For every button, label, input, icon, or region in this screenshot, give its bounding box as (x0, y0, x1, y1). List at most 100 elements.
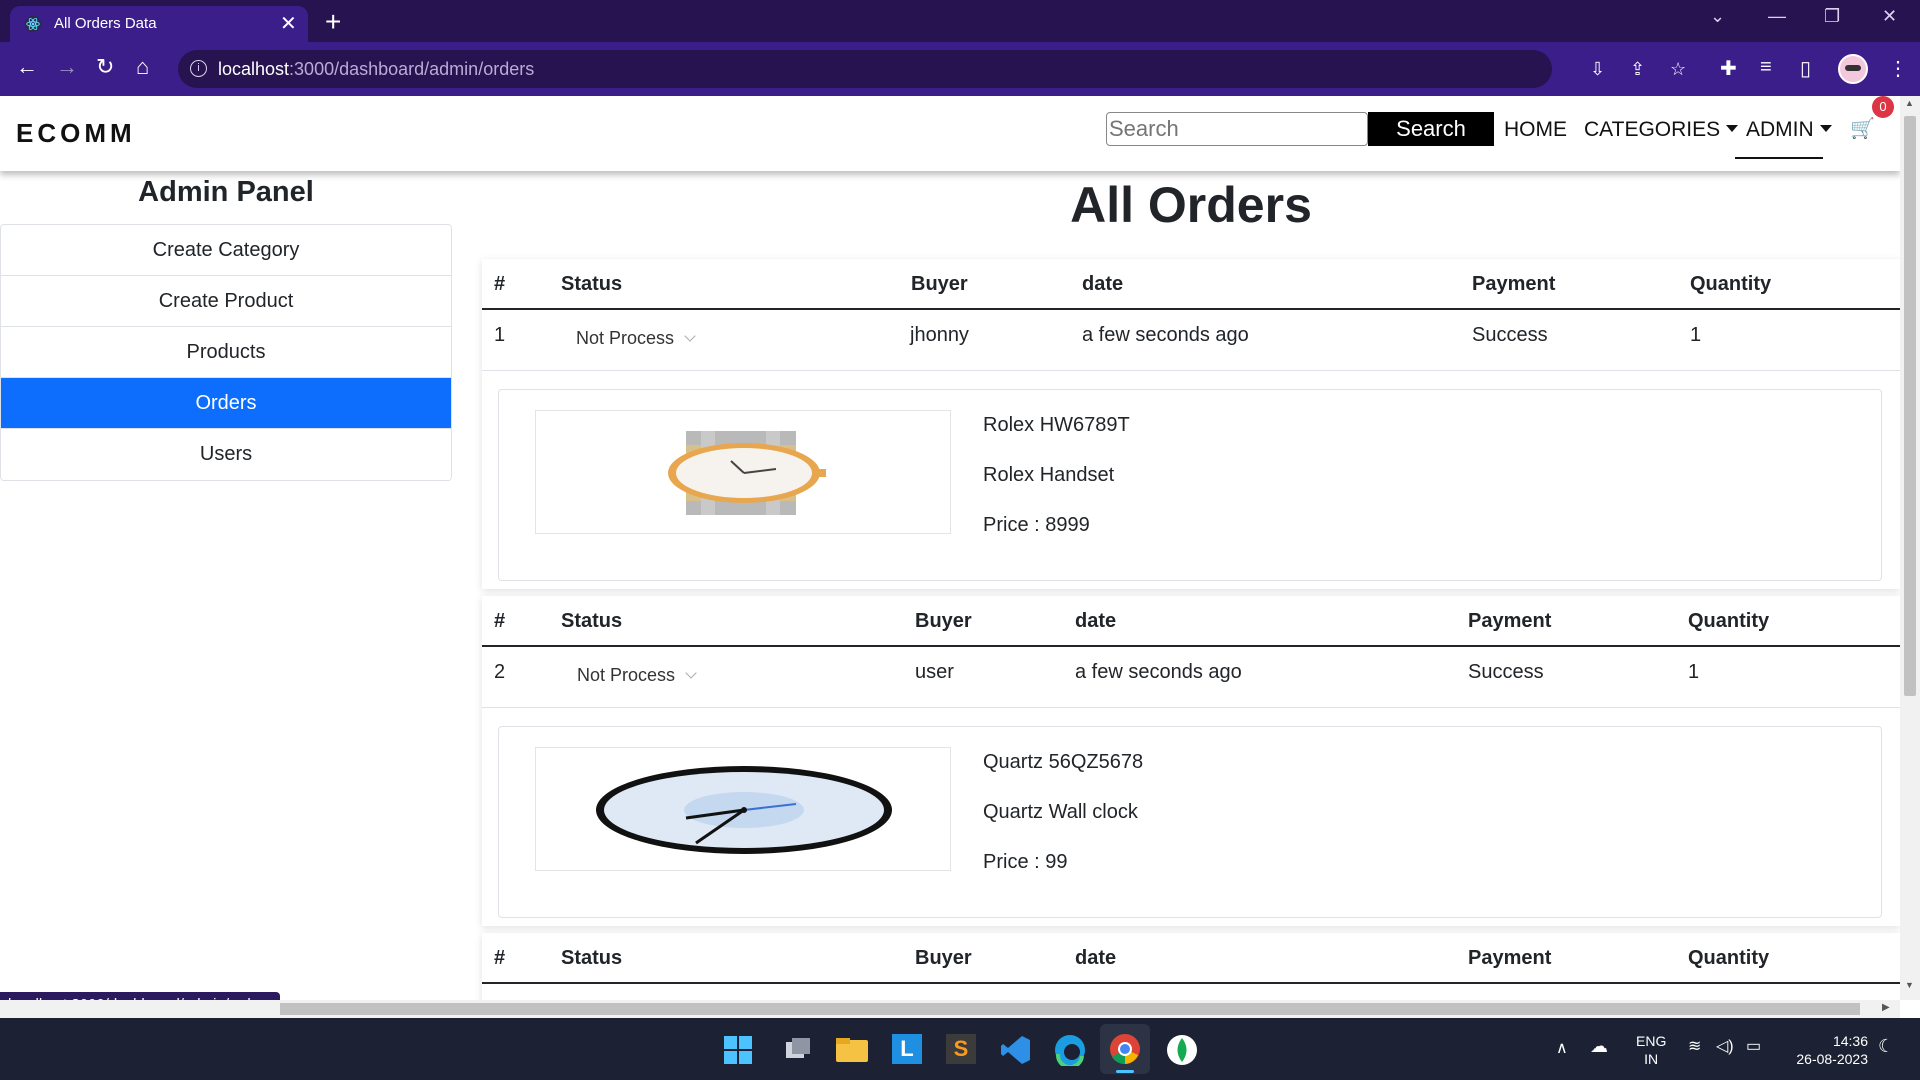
order-card: # Status Buyer date Payment Quantity 1 N… (482, 259, 1900, 589)
page-title: All Orders (1070, 177, 1312, 233)
chrome-taskbar-active[interactable] (1100, 1024, 1150, 1074)
reload-icon[interactable]: ↻ (96, 54, 114, 80)
minimize-icon[interactable]: — (1768, 6, 1786, 27)
sidebar-item-create-category[interactable]: Create Category (1, 225, 451, 276)
close-window-icon[interactable]: ✕ (1882, 6, 1897, 27)
vertical-scrollbar[interactable]: ▲ ▼ (1900, 96, 1920, 1000)
header-quantity: Quantity (1688, 610, 1770, 632)
header-status: Status (561, 273, 623, 295)
media-icon[interactable]: ≡ (1760, 56, 1772, 79)
home-icon[interactable]: ⌂ (136, 54, 149, 80)
admin-sidebar-menu: Create Category Create Product Products … (0, 224, 452, 481)
clock[interactable]: 14:36 26-08-2023 (1782, 1032, 1868, 1068)
task-view-icon[interactable] (784, 1036, 812, 1064)
file-explorer-icon[interactable] (836, 1036, 868, 1064)
header-date: date (1082, 273, 1124, 295)
browser-tab[interactable]: All Orders Data ✕ (10, 6, 308, 42)
sidebar-item-orders[interactable]: Orders (1, 378, 451, 429)
scroll-right-icon[interactable]: ▶ (1882, 1002, 1890, 1013)
order-payment: Success (1468, 661, 1544, 683)
address-bar[interactable]: i localhost:3000/dashboard/admin/orders … (178, 50, 1686, 88)
windows-start-icon[interactable] (724, 1036, 752, 1064)
order-buyer: jhonny (910, 324, 969, 346)
horizontal-scrollbar[interactable]: ▶ (0, 1000, 1900, 1018)
forward-icon[interactable]: → (56, 54, 78, 80)
order-num: 2 (494, 661, 506, 683)
share-icon[interactable]: ⇪ (1630, 59, 1645, 80)
product-name: Quartz 56QZ5678 (983, 751, 1144, 773)
tab-title: All Orders Data (54, 15, 157, 32)
sublime-text-icon[interactable]: S (946, 1034, 976, 1064)
sidebar-item-products[interactable]: Products (1, 327, 451, 378)
product-price: Price : 99 (983, 851, 1068, 873)
bookmark-star-icon[interactable]: ☆ (1670, 59, 1686, 80)
mongodb-compass-icon[interactable] (1166, 1034, 1198, 1066)
scroll-down-icon[interactable]: ▼ (1905, 980, 1914, 990)
order-date: a few seconds ago (1082, 324, 1249, 346)
order-card: # Status Buyer date Payment Quantity (482, 933, 1900, 1000)
product-price: Price : 8999 (983, 514, 1090, 536)
table-row: 1 Not Process jhonny a few seconds ago S… (482, 310, 1900, 371)
chevron-down-icon (684, 330, 696, 342)
order-payment: Success (1472, 324, 1548, 346)
side-panel-icon[interactable]: ▯ (1800, 56, 1811, 81)
active-nav-indicator (1735, 157, 1823, 159)
caret-down-icon (1819, 125, 1832, 132)
header-payment: Payment (1468, 947, 1552, 969)
edge-icon[interactable] (1054, 1034, 1086, 1066)
tab-search-icon[interactable]: ⌄ (1710, 6, 1725, 27)
order-table-header: # Status Buyer date Payment Quantity (482, 596, 1900, 647)
sidebar-item-create-product[interactable]: Create Product (1, 276, 451, 327)
header-num: # (494, 947, 506, 969)
site-info-icon[interactable]: i (190, 60, 207, 77)
profile-avatar[interactable] (1838, 54, 1868, 84)
nav-categories-dropdown[interactable]: CATEGORIES (1584, 118, 1739, 142)
web-page: ECOMM Search HOME CATEGORIES ADMIN 🛒 0 A… (0, 96, 1900, 1000)
header-payment: Payment (1468, 610, 1552, 632)
windows-taskbar: L S ∧ ☁ ENG IN ≋ ◁) ▭ 14:36 26-08-2023 ☾ (0, 1018, 1920, 1080)
chevron-down-icon (685, 667, 697, 679)
header-buyer: Buyer (915, 610, 972, 632)
status-select[interactable]: Not Process (577, 665, 697, 686)
battery-icon[interactable]: ▭ (1746, 1036, 1761, 1056)
show-hidden-icons[interactable]: ∧ (1556, 1038, 1568, 1058)
close-tab-icon[interactable]: ✕ (280, 11, 297, 36)
order-table-header: # Status Buyer date Payment Quantity (482, 933, 1900, 984)
back-icon[interactable]: ← (16, 54, 38, 80)
restore-icon[interactable]: ❐ (1824, 6, 1840, 27)
search-input[interactable] (1106, 112, 1368, 146)
header-quantity: Quantity (1688, 947, 1770, 969)
app-l-icon[interactable]: L (892, 1034, 922, 1064)
wall-clock-image (596, 766, 892, 854)
new-tab-icon[interactable]: + (325, 6, 341, 38)
volume-icon[interactable]: ◁) (1716, 1036, 1734, 1056)
vscode-icon[interactable] (1000, 1034, 1032, 1066)
header-date: date (1075, 610, 1117, 632)
nav-home-link[interactable]: HOME (1504, 118, 1567, 142)
header-payment: Payment (1472, 273, 1556, 295)
product-image (535, 747, 951, 871)
onedrive-cloud-icon[interactable]: ☁ (1590, 1036, 1608, 1057)
header-buyer: Buyer (915, 947, 972, 969)
wifi-icon[interactable]: ≋ (1688, 1036, 1701, 1056)
language-indicator[interactable]: ENG IN (1636, 1032, 1666, 1068)
header-date: date (1075, 947, 1117, 969)
brand-logo[interactable]: ECOMM (16, 118, 136, 149)
scroll-up-icon[interactable]: ▲ (1905, 98, 1914, 108)
status-select[interactable]: Not Process (576, 328, 696, 349)
h-scrollbar-thumb[interactable] (280, 1003, 1860, 1015)
admin-panel-title: Admin Panel (138, 176, 314, 208)
order-buyer: user (915, 661, 954, 683)
nav-admin-dropdown[interactable]: ADMIN (1746, 118, 1832, 142)
product-name: Rolex HW6789T (983, 414, 1130, 436)
notifications-icon[interactable]: ☾ (1878, 1036, 1894, 1057)
product-description: Quartz Wall clock (983, 801, 1138, 823)
install-icon[interactable]: ⇩ (1590, 59, 1605, 80)
cart-icon[interactable]: 🛒 (1850, 116, 1875, 141)
header-num: # (494, 610, 506, 632)
menu-kebab-icon[interactable]: ⋮ (1888, 56, 1908, 81)
extensions-icon[interactable]: ✚ (1720, 56, 1737, 81)
scrollbar-thumb[interactable] (1904, 116, 1916, 696)
search-button[interactable]: Search (1368, 112, 1494, 146)
sidebar-item-users[interactable]: Users (1, 429, 451, 480)
